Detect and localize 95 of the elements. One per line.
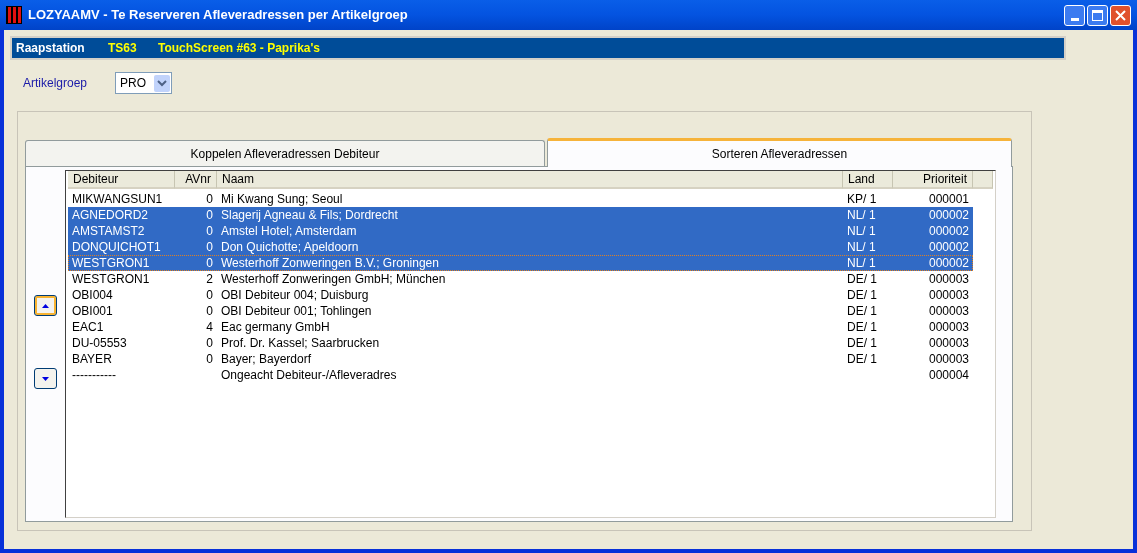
table-cell: Mi Kwang Sung; Seoul — [221, 192, 343, 206]
table-cell: DE/ 1 — [847, 336, 877, 350]
table-cell: 000003 — [928, 320, 969, 334]
table-cell: Westerhoff Zonweringen B.V.; Groningen — [221, 256, 439, 270]
column-header[interactable]: Naam — [217, 171, 843, 189]
table-row[interactable]: WESTGRON1 0 Westerhoff Zonweringen B.V.; Groningen NL/ 1 000002 — [68, 255, 973, 271]
table-cell: 000003 — [928, 304, 969, 318]
table-cell: 000002 — [928, 208, 969, 222]
table-cell: 2 — [206, 272, 213, 286]
table-row[interactable]: ----------- Ongeacht Debiteur-/Afleveradres 000004 — [68, 367, 973, 383]
artikelgroep-dropdown[interactable]: PRO — [115, 72, 172, 94]
column-header[interactable]: Debiteur — [68, 171, 175, 189]
table-cell: 000003 — [928, 288, 969, 302]
table-cell: 4 — [206, 320, 213, 334]
table-row[interactable]: OBI004 0 OBI Debiteur 004; Duisburg DE/ 1 000003 — [68, 287, 973, 303]
table-cell: MIKWANGSUN1 — [72, 192, 163, 206]
table-cell: NL/ 1 — [847, 240, 876, 254]
table-cell: 000003 — [928, 352, 969, 366]
table-cell: Don Quichotte; Apeldoorn — [221, 240, 359, 254]
minimize-icon — [1070, 17, 1079, 21]
table-row[interactable]: AMSTAMST2 0 Amstel Hotel; Amsterdam NL/ 1 000002 — [68, 223, 973, 239]
table-row[interactable]: OBI001 0 OBI Debiteur 001; Tohlingen DE/ 1 000003 — [68, 303, 973, 319]
table-cell: AGNEDORD2 — [72, 208, 148, 222]
table-cell: EAC1 — [72, 320, 104, 334]
table-cell: DE/ 1 — [847, 272, 877, 286]
column-header[interactable]: Land — [843, 171, 893, 189]
table-cell: 0 — [206, 304, 213, 318]
table-cell: OBI001 — [72, 304, 113, 318]
table-cell: Slagerij Agneau & Fils; Dordrecht — [221, 208, 398, 222]
table-cell: 000003 — [928, 336, 969, 350]
table-row[interactable]: MIKWANGSUN1 0 Mi Kwang Sung; Seoul KP/ 1 000001 — [68, 191, 973, 207]
table-cell: OBI004 — [72, 288, 113, 302]
tab[interactable]: Koppelen Afleveradressen Debiteur — [25, 140, 545, 166]
table-row[interactable]: DU-05553 0 Prof. Dr. Kassel; Saarbrucken DE/ 1 000003 — [68, 335, 973, 351]
table-cell: 0 — [206, 256, 213, 270]
table-cell: DE/ 1 — [847, 304, 877, 318]
table-cell: NL/ 1 — [847, 256, 876, 270]
down-arrow-icon — [42, 376, 49, 381]
table-row[interactable]: DONQUICHOT1 0 Don Quichotte; Apeldoorn NL/ 1 000002 — [68, 239, 973, 255]
table-cell: OBI Debiteur 001; Tohlingen — [221, 304, 372, 318]
table-cell: 000002 — [928, 256, 969, 270]
table-cell: Westerhoff Zonweringen GmbH; München — [221, 272, 446, 286]
table-cell: 0 — [206, 224, 213, 238]
table-cell: KP/ 1 — [847, 192, 877, 206]
table-cell: 0 — [206, 288, 213, 302]
table-cell: 0 — [206, 240, 213, 254]
table-cell: DE/ 1 — [847, 352, 877, 366]
station-description: TouchScreen #63 - Paprika's — [158, 40, 321, 57]
table-row[interactable]: EAC1 4 Eac germany GmbH DE/ 1 000003 — [68, 319, 973, 335]
table-cell: Eac germany GmbH — [221, 320, 330, 334]
close-icon — [1115, 9, 1126, 21]
station-code: TS63 — [108, 40, 138, 57]
tab[interactable]: Sorteren Afleveradressen — [547, 138, 1012, 167]
maximize-button[interactable] — [1087, 4, 1108, 26]
table-cell: Bayer; Bayerdorf — [221, 352, 312, 366]
column-header — [973, 171, 993, 189]
minimize-button[interactable] — [1064, 4, 1085, 26]
app-icon — [6, 6, 22, 24]
table-cell: DE/ 1 — [847, 320, 877, 334]
table-cell: Amstel Hotel; Amsterdam — [221, 224, 357, 238]
table-cell: 000002 — [928, 224, 969, 238]
table-cell: 0 — [206, 192, 213, 206]
up-arrow-icon — [42, 303, 49, 308]
close-button[interactable] — [1110, 4, 1131, 26]
table-cell: 0 — [206, 208, 213, 222]
maximize-icon — [1092, 9, 1103, 21]
station-label: Raapstation — [16, 40, 86, 57]
field-label: Artikelgroep — [23, 75, 89, 92]
table-cell: DU-05553 — [72, 336, 127, 350]
table-cell: Ongeacht Debiteur-/Afleveradres — [221, 368, 397, 382]
table-row[interactable]: BAYER 0 Bayer; Bayerdorf DE/ 1 000003 — [68, 351, 973, 367]
table-row[interactable]: AGNEDORD2 0 Slagerij Agneau & Fils; Dordrecht NL/ 1 000002 — [68, 207, 973, 223]
column-header[interactable]: Prioriteit — [893, 171, 973, 189]
table-cell: NL/ 1 — [847, 224, 876, 238]
window-title: LOZYAAMV - Te Reserveren Afleveradressen per Artikelgroep — [28, 6, 408, 25]
column-header[interactable]: AVnr — [175, 171, 217, 189]
move-up-button[interactable] — [34, 295, 57, 316]
table-cell: 000002 — [928, 240, 969, 254]
move-down-button[interactable] — [34, 368, 57, 389]
table-cell: 000004 — [928, 368, 969, 382]
table-cell: 0 — [206, 352, 213, 366]
table-row[interactable]: WESTGRON1 2 Westerhoff Zonweringen GmbH; München DE/ 1 000003 — [68, 271, 973, 287]
table-cell: 000001 — [928, 192, 969, 206]
table-cell: WESTGRON1 — [72, 256, 150, 270]
table-cell: 000003 — [928, 272, 969, 286]
table-cell: OBI Debiteur 004; Duisburg — [221, 288, 369, 302]
table-cell: DONQUICHOT1 — [72, 240, 161, 254]
table-cell: ----------- — [72, 368, 116, 382]
table-cell: 0 — [206, 336, 213, 350]
table-cell: AMSTAMST2 — [72, 224, 145, 238]
table-cell: WESTGRON1 — [72, 272, 150, 286]
table-cell: NL/ 1 — [847, 208, 876, 222]
table-cell: DE/ 1 — [847, 288, 877, 302]
table-cell: BAYER — [72, 352, 112, 366]
table-cell: Prof. Dr. Kassel; Saarbrucken — [221, 336, 380, 350]
